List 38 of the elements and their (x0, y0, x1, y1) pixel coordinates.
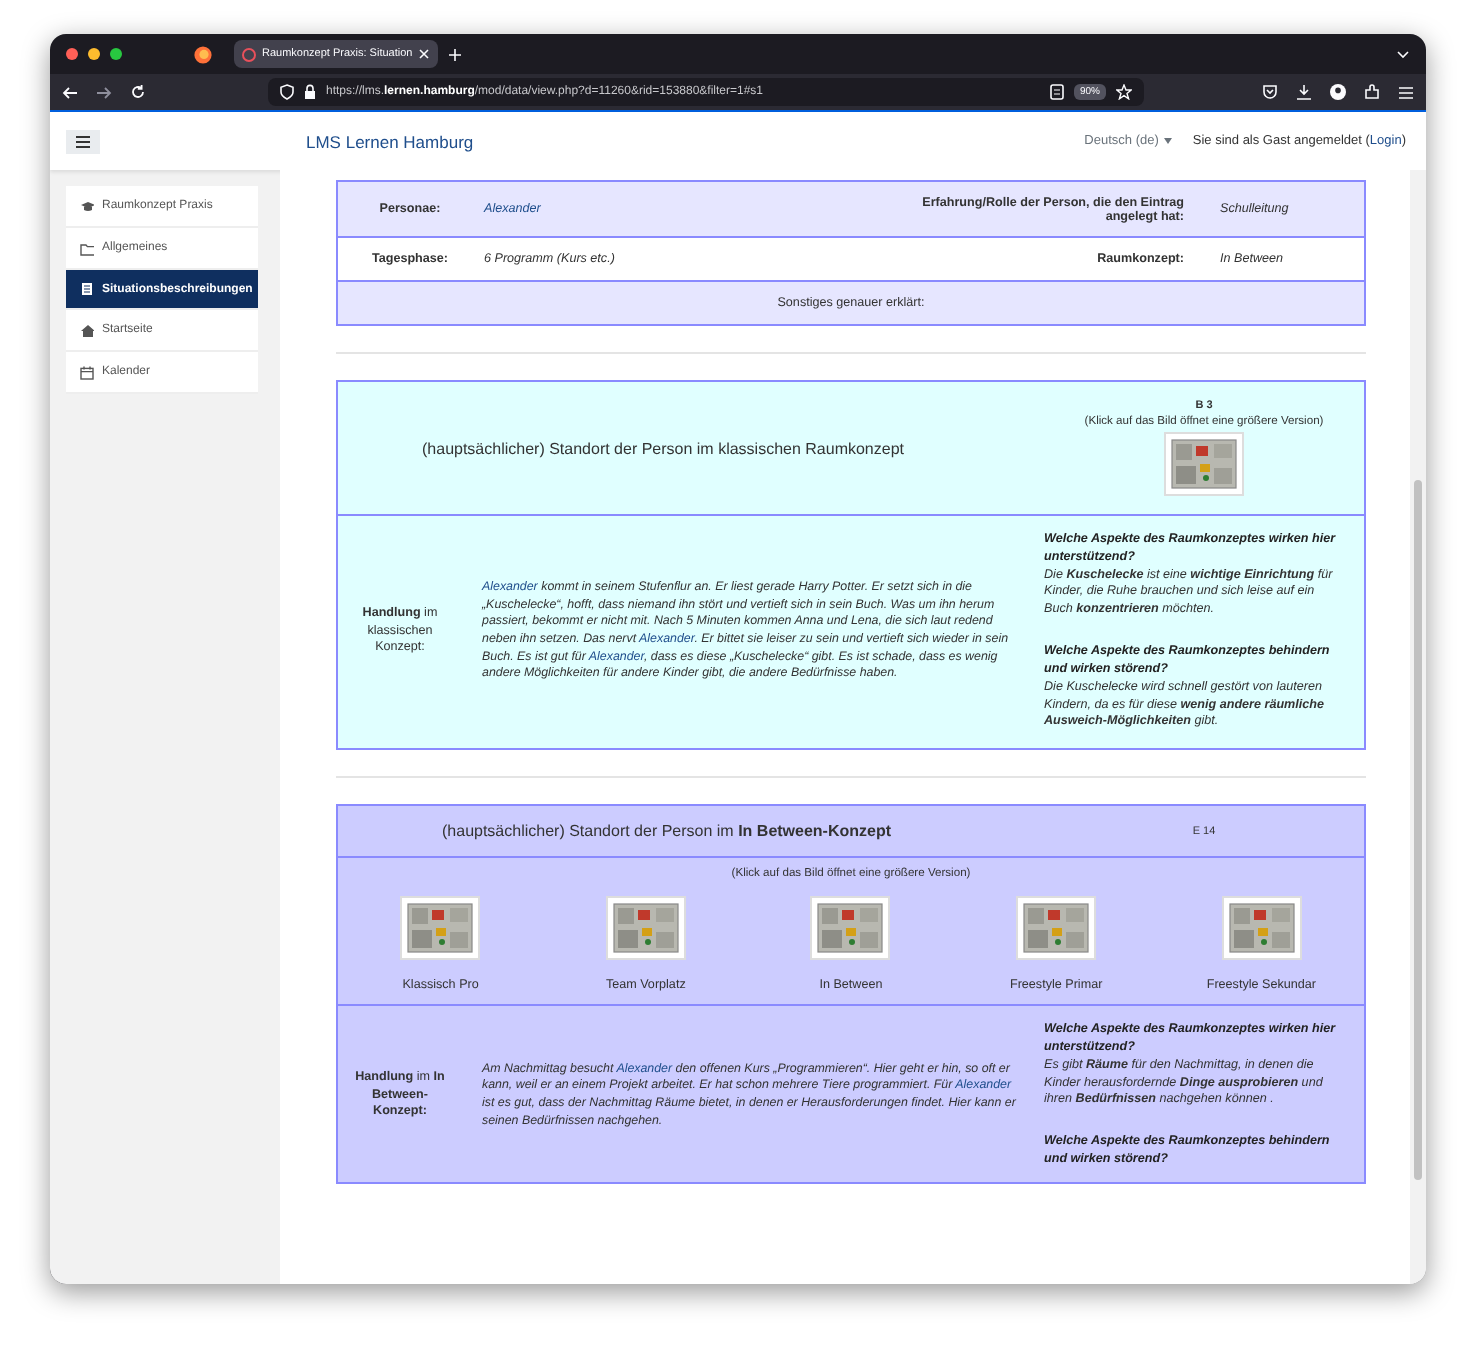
graduation-cap-icon (80, 199, 94, 213)
site-name[interactable]: LMS Lernen Hamburg (306, 131, 1085, 151)
forward-icon[interactable] (96, 85, 112, 99)
menu-button[interactable] (66, 129, 100, 153)
section-heading: (hauptsächlicher) Standort der Person im klassischen Raumkonzept (420, 439, 907, 457)
floor-plan-thumbnail[interactable] (1221, 896, 1302, 961)
scrollbar-thumb[interactable] (1414, 480, 1422, 1180)
floor-plan-thumbnail[interactable] (1016, 896, 1097, 961)
pocket-icon[interactable] (1262, 84, 1278, 100)
extensions-icon[interactable] (1364, 84, 1380, 100)
browser-logo-icon (194, 45, 212, 63)
menu-icon[interactable] (1398, 85, 1414, 99)
folder-icon (80, 241, 94, 255)
floor-plan-thumbnail[interactable] (1164, 432, 1244, 496)
bookmark-star-icon[interactable] (1116, 84, 1132, 100)
shield-icon (280, 84, 294, 100)
download-icon[interactable] (1296, 84, 1312, 100)
reload-icon[interactable] (130, 84, 146, 100)
chevron-down-icon[interactable] (1396, 49, 1410, 59)
back-icon[interactable] (62, 85, 78, 99)
home-icon (80, 323, 94, 337)
menu-icon (76, 135, 90, 147)
floor-plan-thumbnail[interactable] (605, 896, 686, 961)
floor-plan-thumbnail[interactable] (810, 896, 891, 961)
list-icon (80, 282, 94, 296)
floor-plan-thumbnail[interactable] (400, 896, 481, 961)
account-icon[interactable] (1330, 84, 1346, 100)
close-icon[interactable] (418, 48, 431, 60)
new-tab-icon[interactable] (448, 47, 463, 61)
lock-icon (304, 84, 316, 100)
reader-view-icon[interactable] (1049, 84, 1064, 100)
calendar-icon (80, 365, 94, 379)
minimize-window-button[interactable] (88, 48, 100, 60)
site-icon (242, 47, 256, 61)
section-heading: (hauptsächlicher) Standort der Person im In Between-Konzept (440, 822, 894, 841)
close-window-button[interactable] (66, 48, 78, 60)
zoom-window-button[interactable] (110, 48, 122, 60)
caret-icon (1164, 138, 1173, 144)
